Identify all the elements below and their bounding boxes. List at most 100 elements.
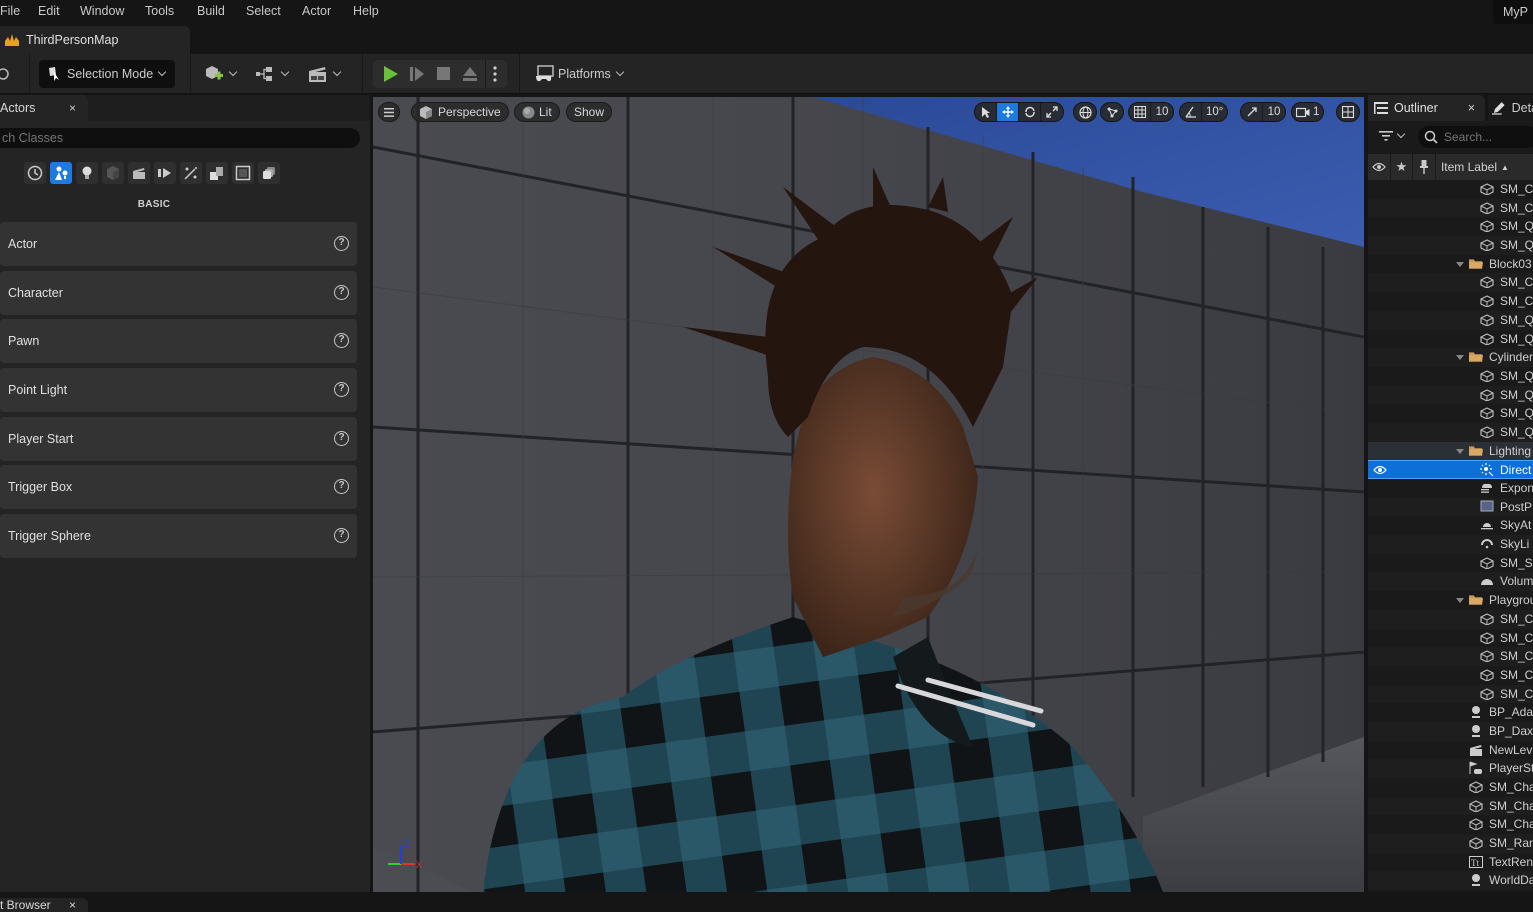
outliner-item-row[interactable]: Tt TextRen xyxy=(1368,853,1533,872)
expand-arrow-icon[interactable] xyxy=(1456,355,1464,361)
scale-tool[interactable] xyxy=(1041,103,1063,121)
selection-mode-dropdown[interactable]: Selection Mode xyxy=(39,60,175,88)
rotation-snap-value[interactable]: 10° xyxy=(1202,103,1227,121)
content-browser-tab[interactable]: t Browser × xyxy=(0,898,88,912)
actor-list-item[interactable]: Player Start? xyxy=(0,416,357,461)
expand-arrow-icon[interactable] xyxy=(1456,448,1464,454)
actor-list-item[interactable]: Trigger Sphere? xyxy=(0,514,357,559)
outliner-item-row[interactable]: Expon xyxy=(1368,479,1533,498)
project-name-badge[interactable]: MyP xyxy=(1493,0,1533,26)
outliner-item-row[interactable]: SM_C xyxy=(1368,629,1533,648)
eye-icon[interactable] xyxy=(1373,464,1387,476)
outliner-item-row[interactable]: SM_C xyxy=(1368,666,1533,685)
outliner-item-row[interactable]: WorldDa xyxy=(1368,871,1533,891)
rotation-snap-toggle[interactable] xyxy=(1180,103,1202,121)
category-visual-effects[interactable] xyxy=(154,162,176,184)
category-lights[interactable] xyxy=(76,162,98,184)
outliner-item-row[interactable]: Volum xyxy=(1368,572,1533,592)
scale-snap-toggle[interactable] xyxy=(1241,103,1263,121)
help-icon[interactable]: ? xyxy=(334,382,349,398)
place-actors-tab[interactable]: Actors × xyxy=(0,95,88,121)
outliner-item-row[interactable]: SM_C xyxy=(1368,684,1533,704)
category-cinematic[interactable] xyxy=(128,162,150,184)
outliner-item-row[interactable]: BP_Dax xyxy=(1368,721,1533,741)
outliner-item-row[interactable]: SM_C xyxy=(1368,198,1533,218)
category-volumes[interactable] xyxy=(180,162,202,184)
category-recent[interactable] xyxy=(24,162,46,184)
outliner-item-row[interactable]: SM_C xyxy=(1368,647,1533,666)
outliner-folder-row[interactable]: Lighting xyxy=(1368,441,1533,461)
pin-column[interactable] xyxy=(1413,154,1436,180)
category-volumes-2[interactable] xyxy=(258,162,280,184)
item-label-column[interactable]: Item Label ▲ xyxy=(1436,154,1533,180)
outliner-item-row[interactable]: PlayerSt xyxy=(1368,759,1533,778)
outliner-item-row[interactable]: SkyAt xyxy=(1368,516,1533,535)
actor-list-item[interactable]: Character? xyxy=(0,270,357,315)
outliner-item-row[interactable]: BP_Ada xyxy=(1368,703,1533,722)
grid-snap-value[interactable]: 10 xyxy=(1151,103,1173,121)
outliner-tab[interactable]: Outliner × xyxy=(1368,95,1485,121)
outliner-item-row[interactable]: SM_Cha xyxy=(1368,815,1533,834)
help-icon[interactable]: ? xyxy=(334,333,349,349)
level-viewport[interactable]: X Z Perspective Lit Show 10 10° 10 1 xyxy=(373,97,1364,892)
category-geometry[interactable] xyxy=(206,162,228,184)
outliner-item-row[interactable]: PostP xyxy=(1368,497,1533,517)
outliner-item-row[interactable]: SM_Q xyxy=(1368,367,1533,386)
expand-arrow-icon[interactable] xyxy=(1456,598,1464,604)
outliner-item-row[interactable]: Direct xyxy=(1368,460,1533,479)
menu-window[interactable]: Window xyxy=(80,4,124,18)
outliner-item-row[interactable]: SkyLi xyxy=(1368,535,1533,554)
show-dropdown[interactable]: Show xyxy=(566,102,613,122)
outliner-item-row[interactable]: SM_Cha xyxy=(1368,778,1533,797)
help-icon[interactable]: ? xyxy=(334,236,349,251)
world-local-toggle[interactable] xyxy=(1073,102,1097,122)
details-tab[interactable]: Deta xyxy=(1488,95,1533,121)
cinematics-dropdown[interactable] xyxy=(308,60,342,88)
help-icon[interactable]: ? xyxy=(334,284,349,300)
more-options-icon[interactable] xyxy=(492,66,498,82)
level-tab[interactable]: ThirdPersonMap xyxy=(0,26,190,54)
outliner-item-row[interactable]: SM_Cha xyxy=(1368,796,1533,816)
outliner-item-row[interactable]: SM_C xyxy=(1368,273,1533,293)
scale-snap-value[interactable]: 10 xyxy=(1263,103,1285,121)
category-basic[interactable] xyxy=(50,162,72,184)
menu-build[interactable]: Build xyxy=(197,4,225,18)
outliner-item-row[interactable]: SM_Q xyxy=(1368,310,1533,330)
outliner-item-row[interactable]: SM_Q xyxy=(1368,422,1533,442)
outliner-folder-row[interactable]: Block03 xyxy=(1368,255,1533,274)
expand-arrow-icon[interactable] xyxy=(1456,261,1464,267)
menu-help[interactable]: Help xyxy=(353,4,379,18)
eject-icon[interactable] xyxy=(462,66,478,82)
visibility-column[interactable] xyxy=(1368,154,1392,180)
close-icon[interactable]: × xyxy=(1468,101,1475,115)
outliner-item-row[interactable]: SM_Sl xyxy=(1368,554,1533,573)
stop-icon[interactable] xyxy=(436,66,451,81)
outliner-item-row[interactable]: SM_Q xyxy=(1368,385,1533,405)
close-icon[interactable]: × xyxy=(69,101,76,115)
viewport-options-button[interactable] xyxy=(378,102,400,122)
menu-file[interactable]: File xyxy=(0,4,20,18)
rotate-tool[interactable] xyxy=(1019,103,1041,121)
filter-dropdown[interactable] xyxy=(1379,129,1406,142)
actor-list-item[interactable]: Pawn? xyxy=(0,319,357,364)
menu-actor[interactable]: Actor xyxy=(302,4,331,18)
star-column[interactable]: ★ xyxy=(1391,154,1413,180)
category-all-classes[interactable] xyxy=(232,162,254,184)
platforms-dropdown[interactable]: Platforms xyxy=(535,60,625,88)
add-actor-dropdown[interactable] xyxy=(204,60,238,88)
help-icon[interactable]: ? xyxy=(334,528,349,544)
surface-snapping-toggle[interactable] xyxy=(1100,102,1124,122)
outliner-item-row[interactable]: SM_C xyxy=(1368,609,1533,629)
advance-frame-icon[interactable] xyxy=(409,66,425,82)
outliner-folder-row[interactable]: Playgrou xyxy=(1368,591,1533,610)
outliner-item-row[interactable]: SM_Q xyxy=(1368,404,1533,423)
actor-list-item[interactable]: Point Light? xyxy=(0,368,357,413)
outliner-item-row[interactable]: NewLev xyxy=(1368,741,1533,760)
translate-tool[interactable] xyxy=(997,103,1019,121)
grid-snap-toggle[interactable] xyxy=(1129,103,1151,121)
outliner-item-row[interactable]: SM_C xyxy=(1368,180,1533,199)
outliner-item-row[interactable]: SM_Ran xyxy=(1368,834,1533,853)
outliner-item-row[interactable]: SM_Q xyxy=(1368,330,1533,349)
actor-list-item[interactable]: Trigger Box? xyxy=(0,465,357,510)
help-icon[interactable]: ? xyxy=(334,479,349,495)
